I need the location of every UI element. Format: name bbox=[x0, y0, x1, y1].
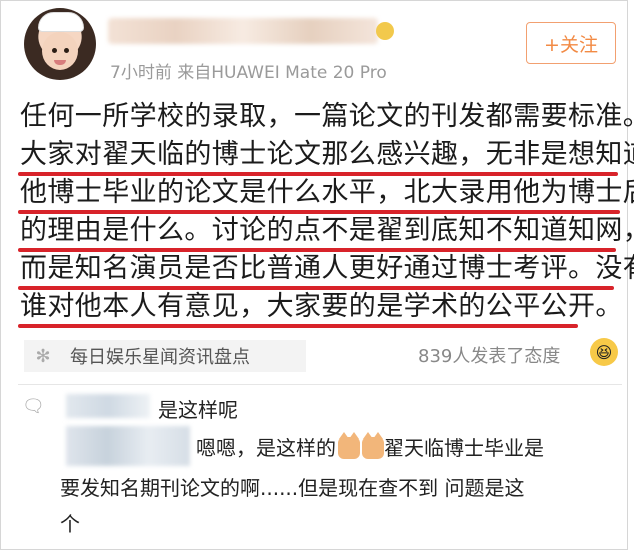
post-line: 的理由是什么。讨论的点不是翟到底知不知道知网， bbox=[20, 215, 634, 246]
avatar[interactable] bbox=[24, 8, 96, 80]
blurred-username[interactable] bbox=[108, 18, 378, 44]
red-underline bbox=[18, 286, 614, 290]
comment-text-part: 翟天临博士毕业是 bbox=[384, 436, 544, 460]
post-line: 任何一所学校的录取，一篇论文的刊发都需要标准。 bbox=[20, 101, 634, 132]
post-line: 而是知名演员是否比普通人更好通过博士考评。没有 bbox=[20, 253, 634, 284]
red-underline bbox=[18, 210, 620, 214]
reactions-count[interactable]: 839人发表了态度 bbox=[418, 342, 560, 368]
avatar-eye-left bbox=[52, 48, 57, 53]
red-underline bbox=[18, 172, 618, 176]
divider bbox=[18, 384, 622, 385]
red-underline bbox=[18, 248, 616, 252]
blurred-commenter-name[interactable] bbox=[66, 426, 190, 466]
post-line: 谁对他本人有意见，大家要的是学术的公平公开。 bbox=[20, 291, 623, 322]
comment-text: 个 bbox=[60, 512, 80, 536]
follow-button[interactable]: +关注 bbox=[526, 22, 616, 64]
cat-emoji-icon bbox=[338, 432, 360, 459]
avatar-hat bbox=[38, 12, 84, 32]
source-label: 每日娱乐星闻资讯盘点 bbox=[70, 347, 250, 368]
sparkle-icon: ✻ bbox=[35, 345, 51, 367]
post-line: 他博士毕业的论文是什么水平，北大录用他为博士后 bbox=[20, 177, 634, 208]
avatar-eye-right bbox=[64, 48, 69, 53]
post-line: 大家对翟天临的博士论文那么感兴趣，无非是想知道 bbox=[20, 139, 634, 170]
red-underline bbox=[18, 324, 578, 328]
source-link[interactable]: ✻ 每日娱乐星闻资讯盘点 bbox=[24, 340, 306, 372]
user-badge-icon bbox=[376, 22, 394, 40]
cat-emoji-icon bbox=[362, 432, 384, 459]
laugh-emoji-icon[interactable]: 😆 bbox=[590, 338, 618, 366]
blurred-commenter-name[interactable] bbox=[66, 394, 150, 418]
comment-text: 嗯嗯，是这样的 翟天临博士毕业是 bbox=[196, 432, 544, 461]
comment-text: 要发知名期刊论文的啊......但是现在查不到 问题是这 bbox=[60, 476, 525, 500]
comment-text: 是这样呢 bbox=[158, 398, 238, 422]
comment-icon[interactable]: 🗨 bbox=[22, 396, 45, 417]
comment-text-part: 嗯嗯，是这样的 bbox=[196, 436, 336, 460]
post-meta: 7小时前 来自HUAWEI Mate 20 Pro bbox=[110, 63, 387, 83]
